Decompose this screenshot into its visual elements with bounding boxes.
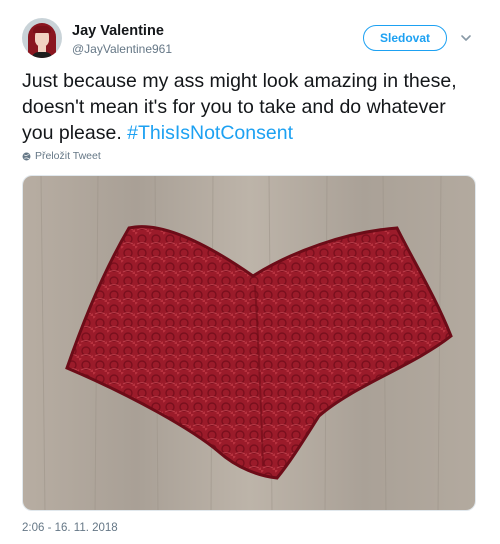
- tweet-timestamp[interactable]: 2:06 - 16. 11. 2018: [22, 522, 118, 534]
- hashtag-link[interactable]: #ThisIsNotConsent: [127, 122, 293, 144]
- lace-shorts-photo: [23, 176, 475, 510]
- translate-label: Přeložit Tweet: [35, 150, 101, 162]
- avatar-top: [31, 52, 53, 58]
- avatar[interactable]: [22, 18, 62, 58]
- tweet-photo[interactable]: [22, 175, 476, 511]
- translate-tweet-link[interactable]: Přeložit Tweet: [22, 150, 101, 162]
- globe-icon: [22, 152, 31, 160]
- follow-button[interactable]: Sledovat: [363, 25, 447, 51]
- tweet: Jay Valentine @JayValentine961 Sledovat …: [0, 0, 500, 544]
- author-name[interactable]: Jay Valentine: [72, 23, 164, 39]
- author-handle[interactable]: @JayValentine961: [72, 42, 172, 56]
- avatar-bangs: [33, 26, 51, 33]
- chevron-down-icon[interactable]: [459, 31, 473, 45]
- tweet-text: Just because my ass might look amazing i…: [22, 68, 482, 146]
